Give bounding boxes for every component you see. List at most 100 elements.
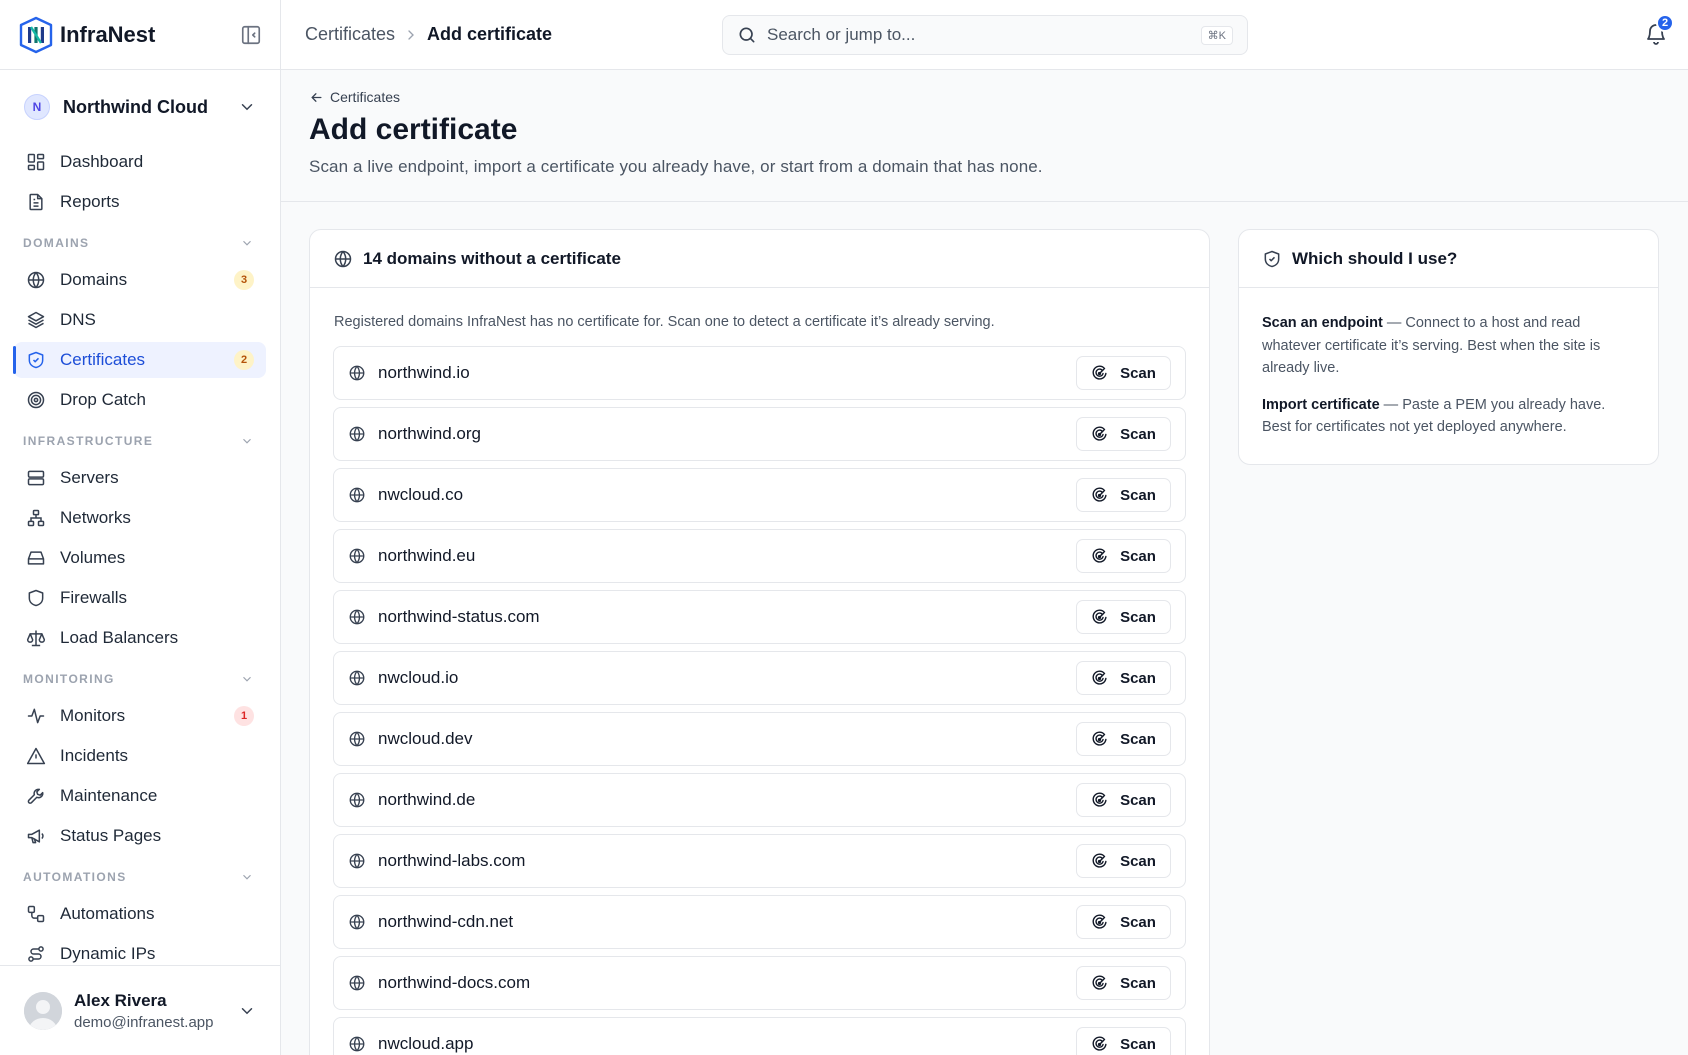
sidebar-item-label: Networks [60,508,131,527]
which-should-i-use-card: Which should I use? Scan an endpoint — C… [1238,229,1659,465]
scan-button[interactable]: Scan [1076,417,1171,451]
scan-button[interactable]: Scan [1076,661,1171,695]
section-infrastructure[interactable]: INFRASTRUCTURE [14,426,266,456]
workspace-switcher[interactable]: N Northwind Cloud [0,74,280,140]
sidebar-item-label: Dashboard [60,152,144,171]
radar-icon [1092,974,1107,990]
chevron-down-icon [243,438,251,444]
sidebar-item-label: Certificates [60,350,146,369]
sidebar-item-monitors[interactable]: Monitors 1 [14,698,266,734]
scan-button[interactable]: Scan [1076,905,1171,939]
workflow-icon [27,905,45,923]
search-input[interactable] [767,25,1201,45]
scan-button[interactable]: Scan [1076,539,1171,573]
domain-name: nwcloud.app [378,1034,474,1053]
domain-name: northwind-docs.com [378,973,531,992]
sidebar-item-label: Automations [60,904,155,923]
sidebar-item-incidents[interactable]: Incidents [14,738,266,774]
scan-button[interactable]: Scan [1076,844,1171,878]
sidebar-item-status-pages[interactable]: Status Pages [14,818,266,854]
radar-icon [1092,913,1107,929]
globe-icon [349,609,365,625]
sidebar-item-dashboard[interactable]: Dashboard [14,144,266,180]
count-badge: 1 [234,706,254,726]
sidebar-item-load-balancers[interactable]: Load Balancers [14,620,266,656]
globe-icon [349,426,365,442]
radar-icon [1092,364,1107,380]
globe-icon [349,548,365,564]
sidebar-item-label: Dynamic IPs [60,944,156,963]
collapse-sidebar-icon[interactable] [240,24,262,46]
sidebar-item-certificates[interactable]: Certificates 2 [13,342,266,378]
workspace-avatar: N [24,94,50,120]
section-monitoring[interactable]: MONITORING [14,664,266,694]
search-box[interactable]: ⌘K [722,15,1248,55]
section-automations[interactable]: AUTOMATIONS [14,862,266,892]
domain-row: northwind.eu Scan [333,529,1186,583]
domain-row: nwcloud.co Scan [333,468,1186,522]
sidebar-item-networks[interactable]: Networks [14,500,266,536]
scan-button[interactable]: Scan [1076,966,1171,1000]
document-icon [29,193,43,211]
megaphone-icon [27,829,44,844]
search-icon [739,27,755,43]
domain-name: northwind-cdn.net [378,912,514,931]
scan-button[interactable]: Scan [1076,1027,1171,1055]
sidebar-item-reports[interactable]: Reports [14,184,266,220]
scan-button[interactable]: Scan [1076,356,1171,390]
user-info: Alex Rivera demo@infranest.app [74,991,213,1031]
sidebar-item-label: Volumes [60,548,126,567]
globe-icon [349,487,365,503]
radar-icon [1092,486,1107,502]
domain-name: northwind.de [378,790,476,809]
shield-check-icon [1264,250,1280,267]
sidebar-item-label: DNS [60,310,96,329]
radar-icon [1092,1035,1107,1051]
scan-button[interactable]: Scan [1076,783,1171,817]
scan-button-label: Scan [1120,669,1156,687]
option-title: Import certificate [1262,396,1380,413]
sidebar-item-automations[interactable]: Automations [14,896,266,932]
user-menu[interactable]: Alex Rivera demo@infranest.app [0,965,280,1055]
domain-name: northwind.org [378,424,482,443]
sidebar-item-label: Load Balancers [60,628,179,647]
breadcrumb: Certificates Add certificate [305,24,552,45]
sidebar-item-dns[interactable]: DNS [14,302,266,338]
sidebar-item-drop-catch[interactable]: Drop Catch [14,382,266,418]
back-link[interactable]: Certificates [309,89,400,105]
route-icon [28,946,44,962]
sidebar-item-label: Maintenance [60,786,158,805]
scan-button[interactable]: Scan [1076,722,1171,756]
page-subtitle: Scan a live endpoint, import a certifica… [309,157,1043,176]
radar-icon [1092,608,1107,624]
domain-name: northwind-status.com [378,607,540,626]
radar-icon [1092,791,1107,807]
sidebar-item-volumes[interactable]: Volumes [14,540,266,576]
sidebar: InfraNest N Northwind Cloud Dashboard Re… [0,0,281,1055]
sidebar-item-firewalls[interactable]: Firewalls [14,580,266,616]
radar-icon [1092,730,1107,746]
dashboard-icon [27,153,45,171]
avatar [24,991,62,1030]
sidebar-item-servers[interactable]: Servers [14,460,266,496]
back-link-label: Certificates [330,89,401,105]
scan-button-label: Scan [1120,425,1156,443]
domains-without-certificate-card: 14 domains without a certificate Registe… [309,229,1210,1055]
section-domains[interactable]: DOMAINS [14,228,266,258]
scan-button-label: Scan [1120,730,1156,748]
domain-name: northwind-labs.com [378,851,526,870]
radar-icon [1092,425,1107,441]
sidebar-item-maintenance[interactable]: Maintenance [14,778,266,814]
chevron-down-icon [243,240,251,246]
globe-icon [349,365,365,381]
breadcrumb-current: Add certificate [427,24,553,44]
scan-button-label: Scan [1120,1035,1156,1053]
breadcrumb-certificates-link[interactable]: Certificates [305,24,395,45]
shield-icon [28,589,44,607]
scan-button[interactable]: Scan [1076,478,1171,512]
scan-button-label: Scan [1120,364,1156,382]
sidebar-item-domains[interactable]: Domains 3 [14,262,266,298]
globe-icon [349,1036,365,1052]
scan-button[interactable]: Scan [1076,600,1171,634]
card-header: 14 domains without a certificate [310,230,1209,288]
